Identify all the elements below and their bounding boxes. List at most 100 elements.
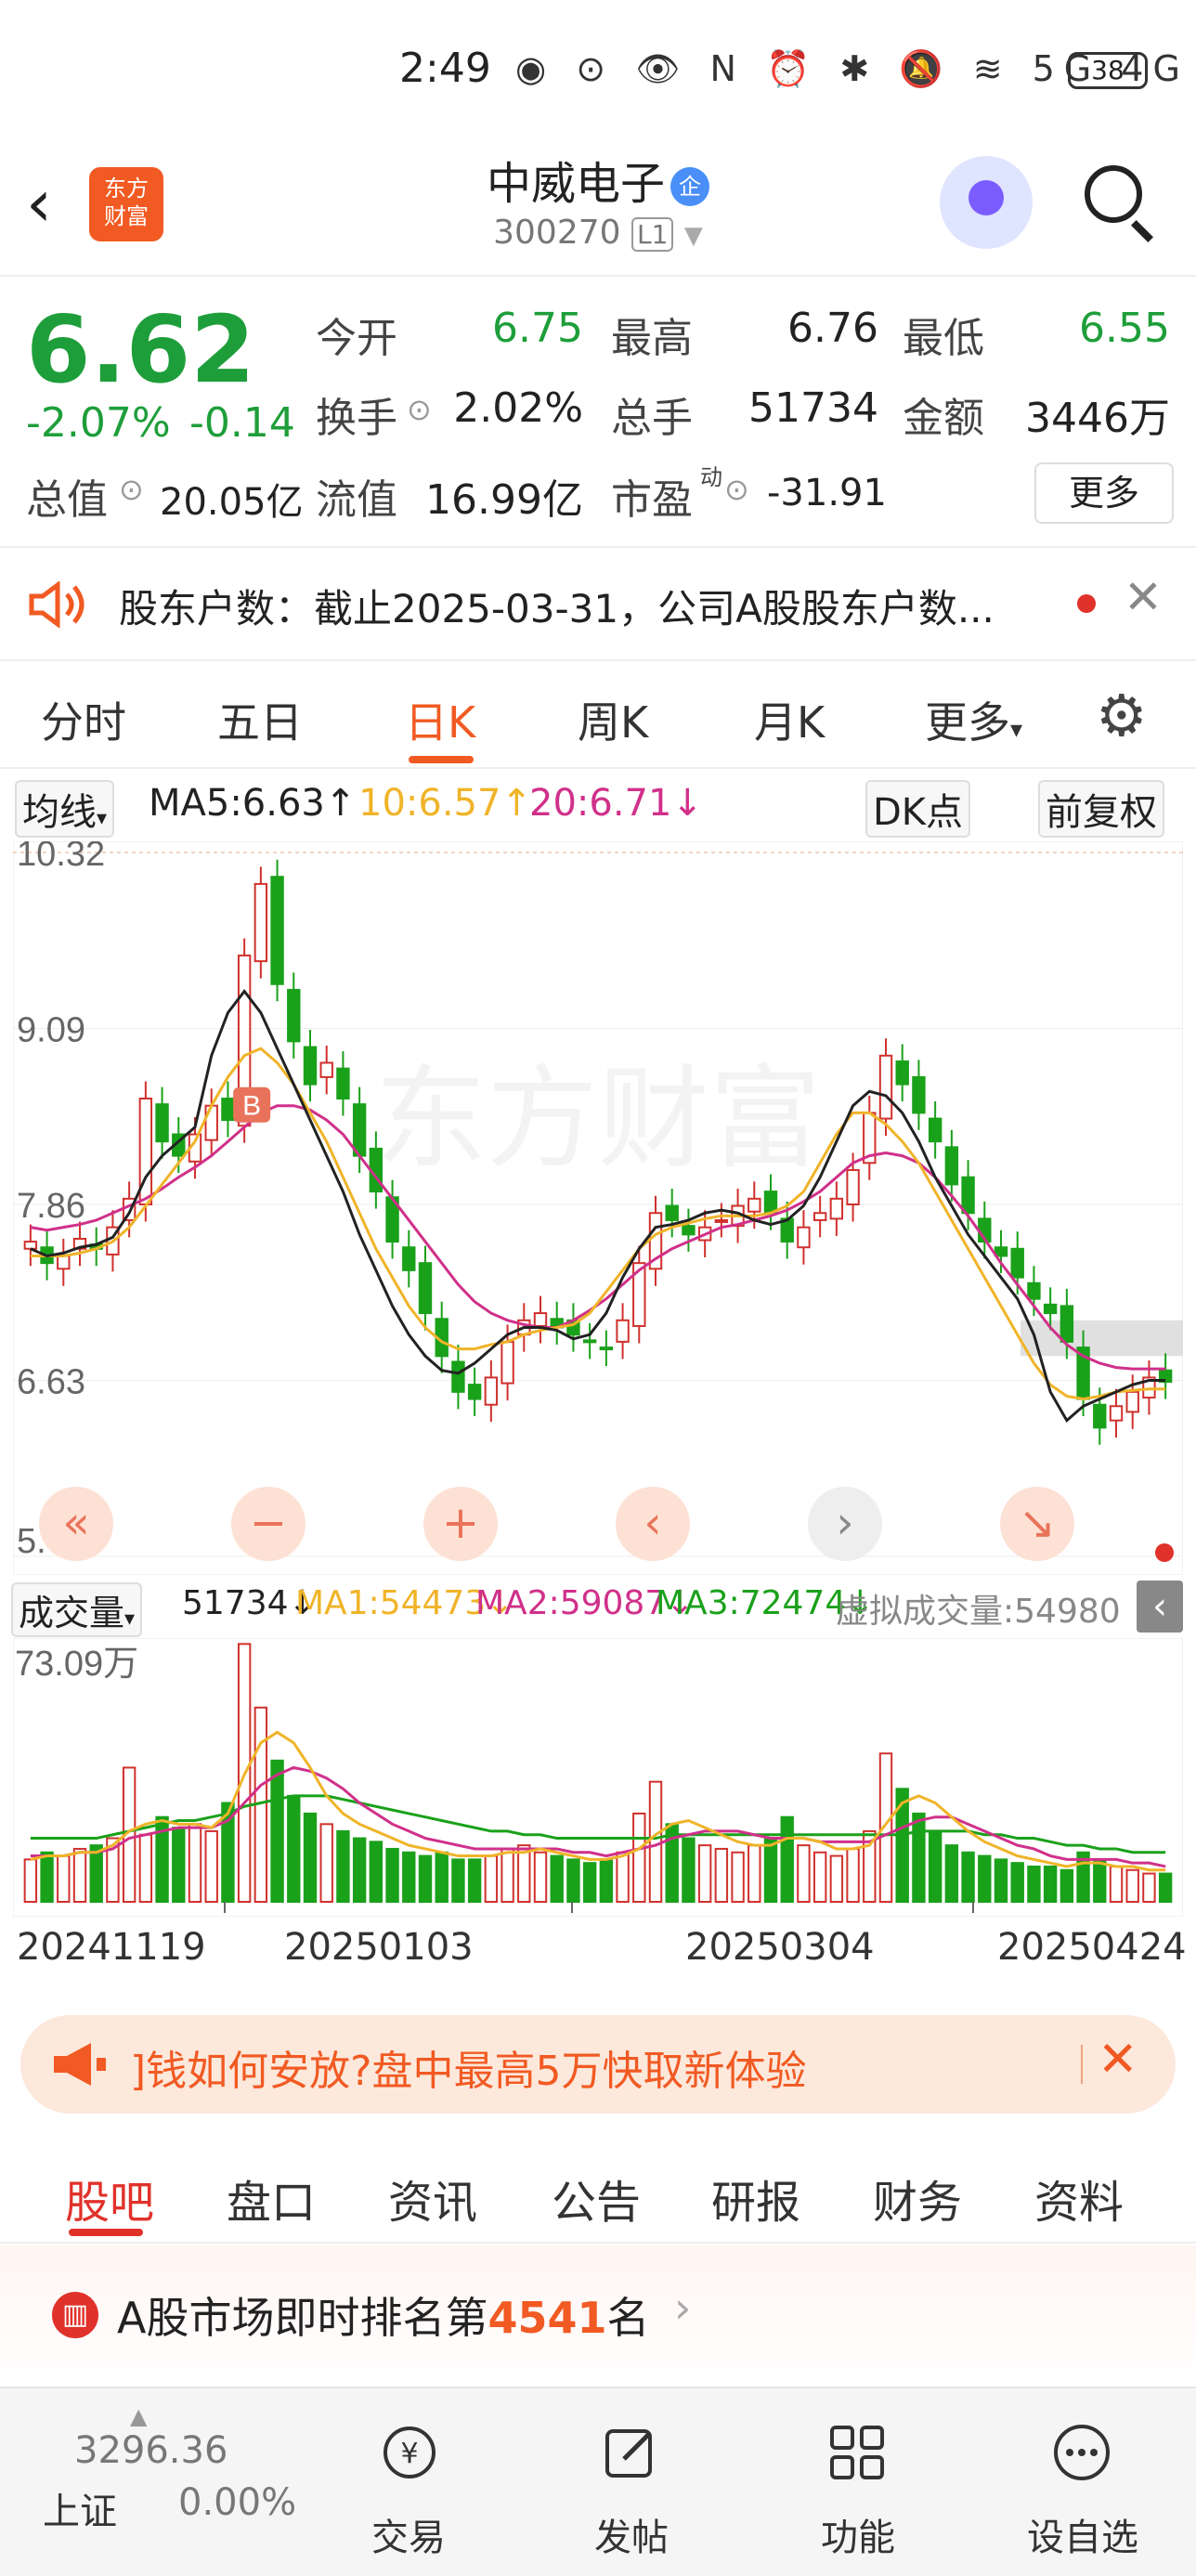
change-percent: -2.07% xyxy=(26,399,171,447)
zoom-in-icon[interactable]: + xyxy=(442,1497,479,1549)
content-tabs: 股吧 盘口 资讯 公告 研报 财务 资料 xyxy=(0,2132,1196,2244)
volume-bar xyxy=(451,1858,465,1903)
rank-text: A股市场即时排名第4541名 xyxy=(117,2284,650,2346)
volume-bar xyxy=(23,1858,38,1903)
nav-post[interactable]: 发帖 xyxy=(539,2388,724,2576)
adjust-selector[interactable]: 前复权 xyxy=(1038,780,1164,838)
grid-icon xyxy=(830,2426,884,2479)
tab-weekly-k[interactable]: 周K xyxy=(578,689,648,750)
candle-body xyxy=(484,1376,499,1406)
volume-chart[interactable]: 73.09万 xyxy=(13,1638,1183,1917)
settings-gear-icon[interactable]: ⚙ xyxy=(1096,682,1148,749)
rank-banner[interactable]: ▥ A股市场即时排名第4541名 › xyxy=(0,2245,1196,2387)
index-value: 3296.36 xyxy=(74,2429,228,2472)
close-icon[interactable]: ✕ xyxy=(1124,570,1163,624)
mktcap-value: 20.05亿 xyxy=(160,481,304,524)
ma-selector[interactable]: 均线▾ xyxy=(15,780,115,838)
candle-body xyxy=(1010,1247,1024,1279)
candle-body xyxy=(467,1384,482,1400)
search-icon[interactable] xyxy=(1085,165,1142,223)
index-ticker[interactable]: ▲ 3296.36 上证 0.00% xyxy=(37,2403,316,2559)
promo-banner[interactable]: ]钱如何安放?盘中最高5万快取新体验 ✕ xyxy=(20,2015,1176,2114)
caret-down-icon: ▾ xyxy=(124,1607,136,1631)
tab-news[interactable]: 资讯 xyxy=(388,2166,477,2231)
scroll-left-icon[interactable]: ‹ xyxy=(644,1497,661,1549)
virtual-volume: 虚拟成交量:54980 xyxy=(836,1593,1121,1631)
caret-down-icon: ▾ xyxy=(97,807,108,830)
double-left-icon[interactable]: « xyxy=(62,1497,89,1549)
candle-body xyxy=(748,1197,761,1213)
info-icon[interactable]: ⊙ xyxy=(724,472,749,507)
tab-order-book[interactable]: 盘口 xyxy=(227,2166,316,2231)
tab-research[interactable]: 研报 xyxy=(711,2166,800,2231)
reset-icon[interactable]: ↘ xyxy=(1019,1497,1056,1549)
tab-daily-k[interactable]: 日K xyxy=(405,689,475,750)
volume-bar xyxy=(812,1851,827,1903)
candle-body xyxy=(944,1146,959,1186)
date-tick: 20241119 xyxy=(17,1926,206,1969)
candle-body xyxy=(928,1117,942,1143)
dk-point-selector[interactable]: DK点 xyxy=(865,780,971,838)
volume-bar xyxy=(369,1841,384,1904)
collapse-arrow-icon[interactable]: ‹ xyxy=(1137,1581,1183,1633)
tab-guba[interactable]: 股吧 xyxy=(65,2166,154,2231)
ma-selector-label: 均线 xyxy=(22,791,97,834)
ma-legend-row: 均线▾ MA5:6.63↑ 10:6.57↑ 20:6.71↓ DK点 前复权 xyxy=(0,778,1196,838)
tab-intraday[interactable]: 分时 xyxy=(41,689,126,750)
nav-add-watchlist[interactable]: 设自选 xyxy=(990,2388,1176,2576)
candle-body xyxy=(303,1046,318,1086)
info-icon[interactable]: ⊙ xyxy=(119,472,144,507)
change-amount: -0.14 xyxy=(189,399,295,447)
notice-bar[interactable]: 股东户数：截止2025-03-31，公司A股股东户数... ✕ xyxy=(0,548,1196,661)
volume-bar xyxy=(467,1858,482,1903)
tab-monthly-k[interactable]: 月K xyxy=(754,689,825,750)
info-icon[interactable]: ⊙ xyxy=(407,392,432,427)
date-tick: 20250424 xyxy=(997,1926,1187,1969)
more-button[interactable]: 更多 xyxy=(1034,462,1174,524)
candle-body xyxy=(829,1197,844,1220)
volume-bar xyxy=(944,1844,959,1904)
volume-bar xyxy=(319,1823,333,1903)
tab-more[interactable]: 更多▾ xyxy=(925,689,1022,750)
candle-body xyxy=(287,988,301,1043)
volume-bar xyxy=(682,1837,696,1904)
tab-five-day[interactable]: 五日 xyxy=(217,689,303,750)
volume-bar xyxy=(172,1827,186,1903)
rank-number: 4541 xyxy=(488,2293,607,2343)
status-bar: 2:49 ◉ ⊙ 👁 N ⏰ ✱ 🔕 ≋ 5G 4G 38 xyxy=(0,0,1196,139)
candle-body xyxy=(319,1061,333,1078)
zoom-out-icon[interactable]: − xyxy=(250,1497,287,1549)
tab-announcements[interactable]: 公告 xyxy=(552,2166,641,2231)
ma5-value: MA5:6.63↑ xyxy=(149,782,357,825)
volume-bar xyxy=(1027,1865,1041,1904)
nav-functions[interactable]: 功能 xyxy=(765,2388,951,2576)
candle-body xyxy=(582,1339,597,1344)
volume-bar xyxy=(1158,1872,1173,1904)
tab-financials[interactable]: 财务 xyxy=(873,2166,962,2231)
volume-bar xyxy=(994,1858,1008,1903)
close-icon[interactable]: ✕ xyxy=(1098,2032,1138,2088)
candle-body xyxy=(665,1204,679,1221)
nav-trade[interactable]: ¥ 交易 xyxy=(316,2388,501,2576)
volume-bar xyxy=(550,1854,564,1903)
candle-body xyxy=(155,1103,169,1143)
candle-body xyxy=(1027,1281,1041,1300)
volume-selector[interactable]: 成交量▾ xyxy=(11,1582,143,1637)
scroll-right-icon[interactable]: › xyxy=(836,1497,853,1549)
amount-label: 金额 xyxy=(903,395,984,442)
volume-selector-label: 成交量 xyxy=(19,1593,125,1633)
y-tick-label: 7.86 xyxy=(17,1187,85,1226)
pe-label: 市盈 xyxy=(611,476,693,524)
nav-trade-label: 交易 xyxy=(371,2517,446,2559)
volume-bar xyxy=(500,1847,514,1903)
edit-icon xyxy=(605,2429,652,2478)
live-dot xyxy=(1155,1543,1174,1562)
kline-chart[interactable]: 10.329.097.866.635.40东方财富B«−+‹›↘ xyxy=(13,841,1183,1575)
volume-bar xyxy=(435,1851,448,1903)
assistant-robot-icon[interactable] xyxy=(940,156,1033,249)
y-tick-label: 73.09万 xyxy=(15,1645,138,1684)
float-value: 16.99亿 xyxy=(425,476,583,524)
enterprise-badge-icon: 企 xyxy=(670,167,709,206)
volume-bar xyxy=(484,1854,499,1903)
tab-profile[interactable]: 资料 xyxy=(1034,2166,1124,2231)
